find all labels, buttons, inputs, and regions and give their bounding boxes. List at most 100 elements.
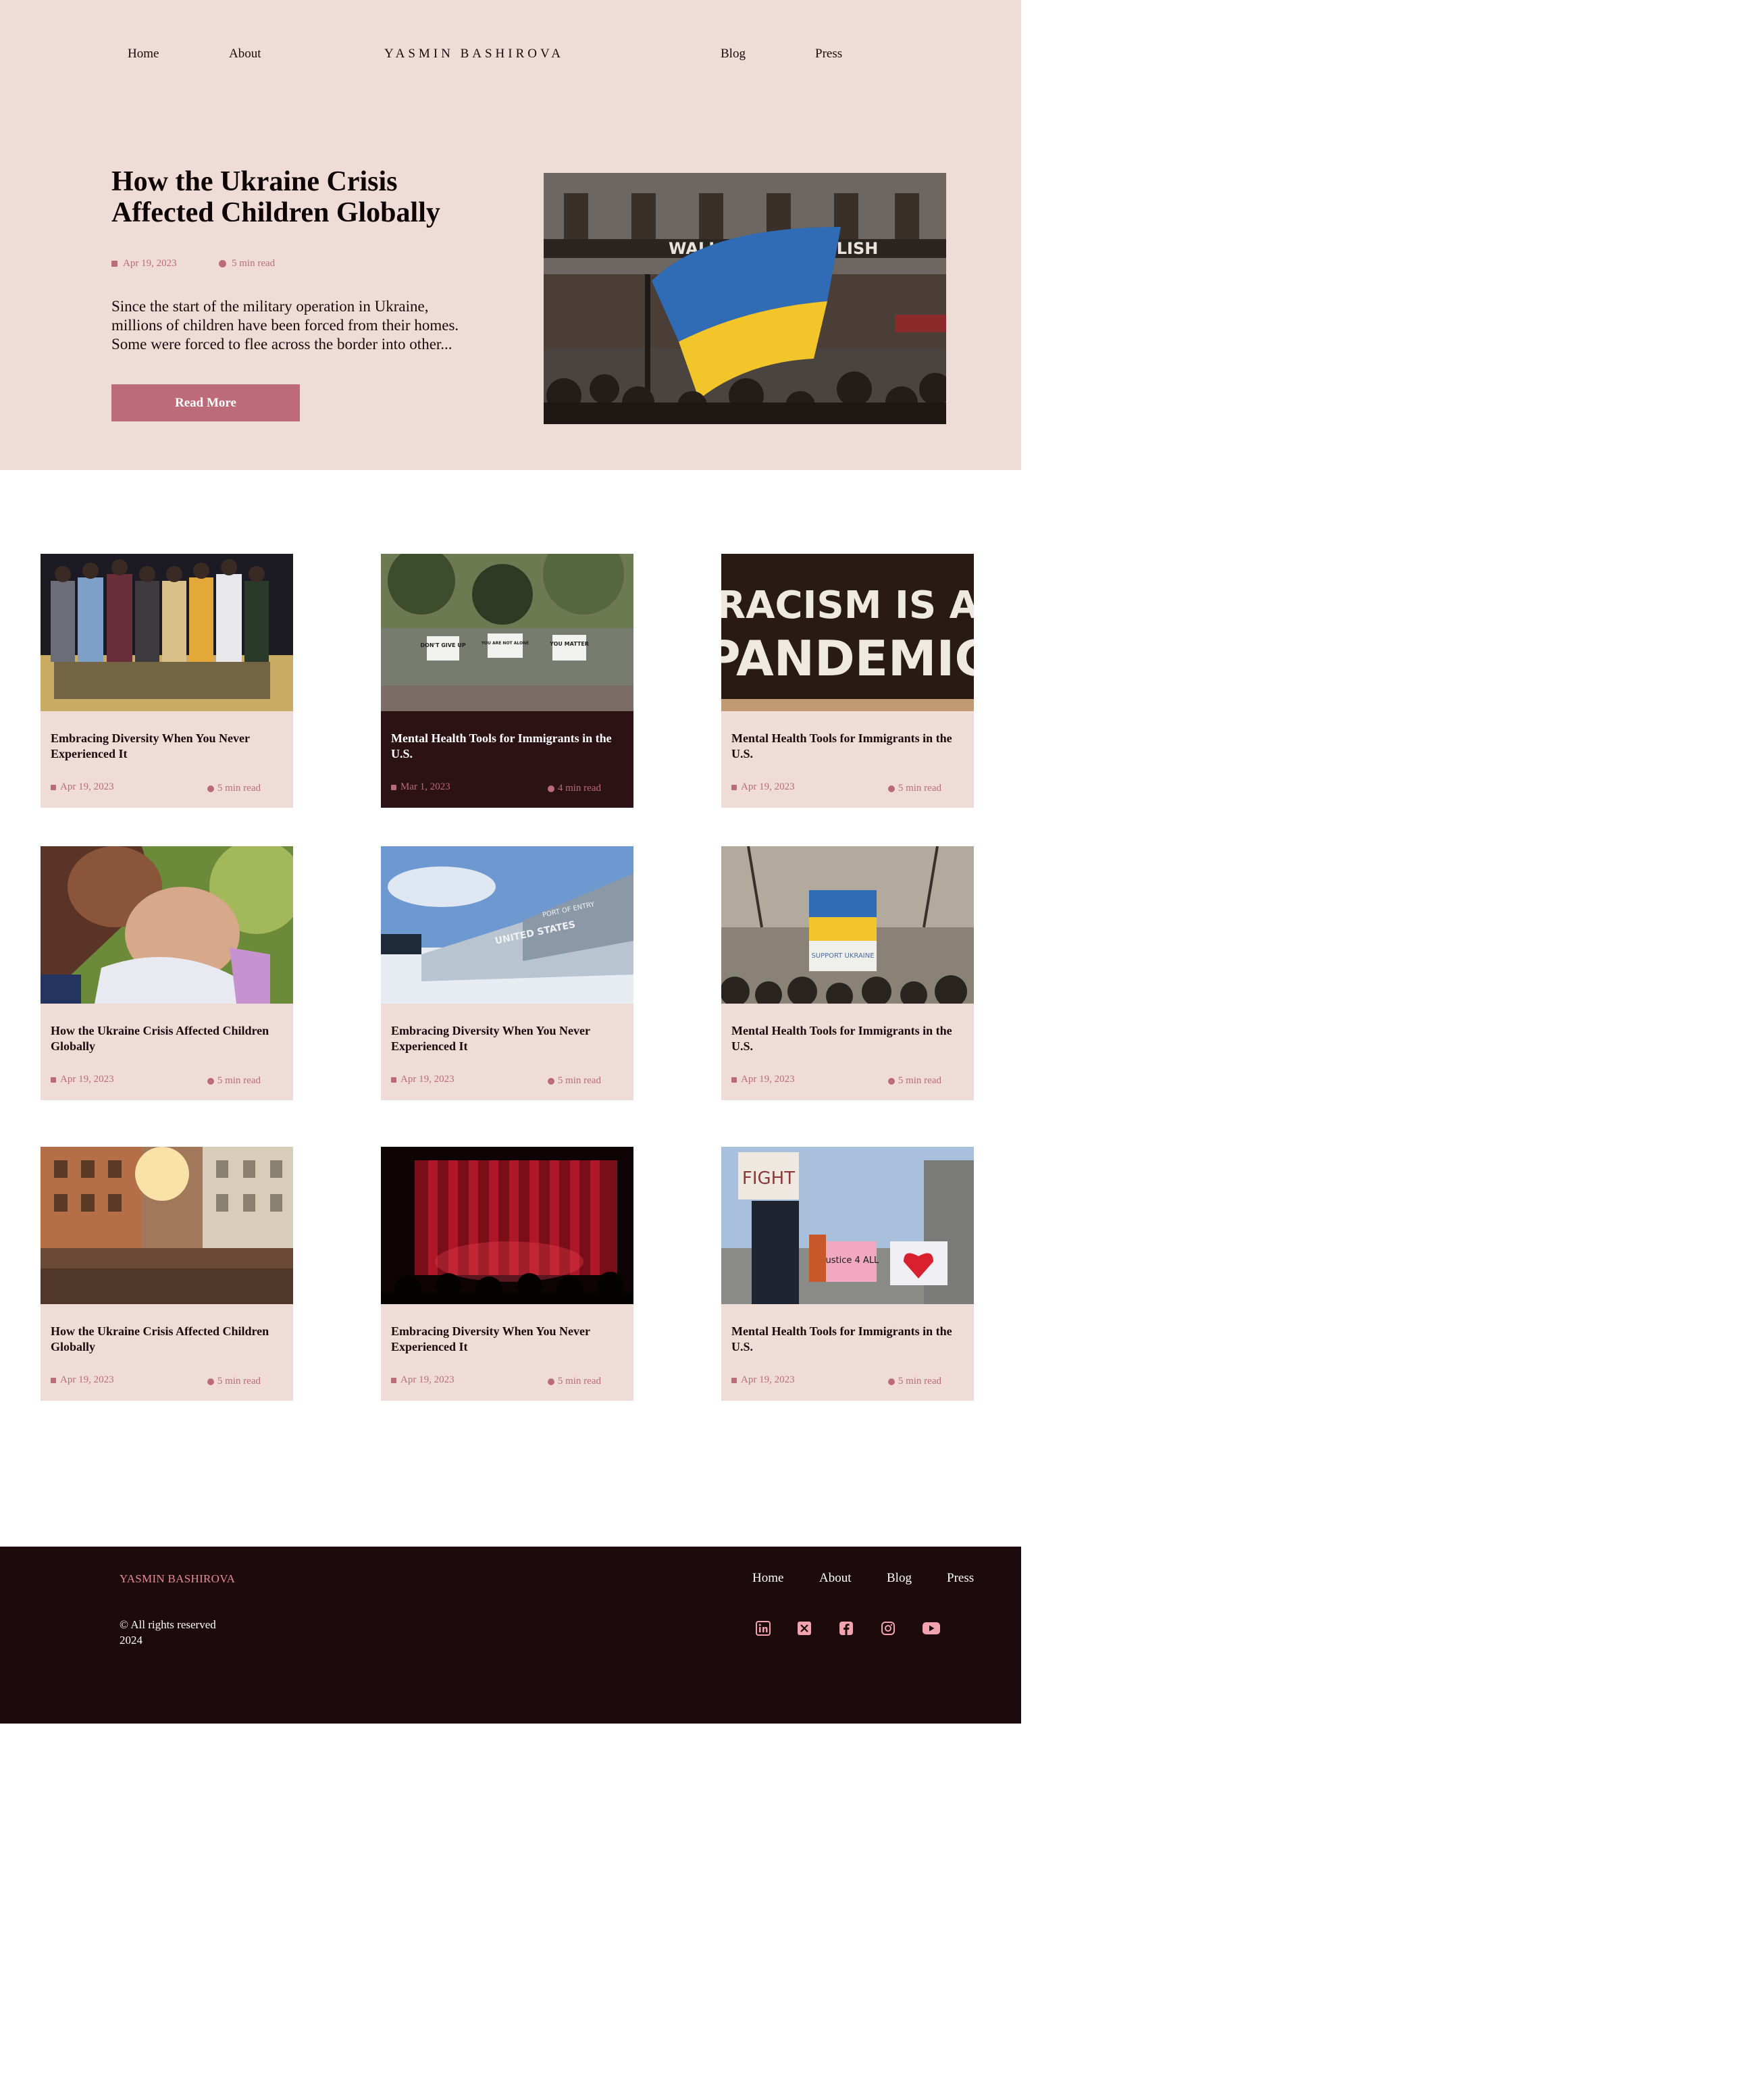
- clock-icon: [547, 785, 554, 792]
- post-read-time: 5 min read: [547, 1376, 601, 1387]
- red-curtain-photo: [381, 1147, 633, 1304]
- site-brand[interactable]: YASMIN BASHIROVA: [384, 46, 564, 62]
- post-date: Apr 19, 2023: [391, 1074, 455, 1085]
- post-title[interactable]: Embracing Diversity When You Never Exper…: [391, 1324, 621, 1355]
- footer-home-link[interactable]: Home: [752, 1571, 783, 1586]
- post-read-time: 5 min read: [887, 1376, 941, 1387]
- post-image[interactable]: [381, 1147, 633, 1304]
- post-date-text: Apr 19, 2023: [400, 1374, 455, 1385]
- post-read-time-text: 5 min read: [557, 1075, 601, 1086]
- nav-press-link[interactable]: Press: [815, 46, 842, 62]
- sign-text: Justice 4 ALL: [823, 1256, 879, 1266]
- post-date: Apr 19, 2023: [51, 1074, 114, 1085]
- calendar-icon: [51, 784, 56, 790]
- read-more-button[interactable]: Read More: [111, 384, 300, 421]
- hero-excerpt: Since the start of the military operatio…: [111, 298, 459, 353]
- post-date: Apr 19, 2023: [51, 781, 114, 793]
- racism-sign-photo: RACISM IS A PANDEMIC: [721, 554, 974, 711]
- post-title[interactable]: Mental Health Tools for Immigrants in th…: [731, 1023, 961, 1054]
- post-title[interactable]: Mental Health Tools for Immigrants in th…: [731, 1324, 961, 1355]
- city-crowd-photo: [41, 1147, 293, 1304]
- post-date: Apr 19, 2023: [731, 781, 795, 793]
- clock-icon: [207, 785, 214, 792]
- calendar-icon: [391, 784, 396, 790]
- post-title[interactable]: How the Ukraine Crisis Affected Children…: [51, 1023, 280, 1054]
- post-date: Apr 19, 2023: [391, 1374, 455, 1386]
- calendar-icon: [111, 260, 118, 267]
- post-image[interactable]: FIGHT Justice 4 ALL: [721, 1147, 974, 1304]
- footer-about-link[interactable]: About: [819, 1571, 852, 1586]
- instagram-icon[interactable]: [879, 1620, 897, 1637]
- footer-brand[interactable]: YASMIN BASHIROVA: [120, 1572, 235, 1586]
- post-date: Apr 19, 2023: [731, 1374, 795, 1386]
- nav-home-link[interactable]: Home: [128, 46, 159, 62]
- post-card[interactable]: How the Ukraine Crisis Affected Children…: [41, 846, 293, 1100]
- footer-blog-link[interactable]: Blog: [887, 1571, 912, 1586]
- post-image[interactable]: UNITED STATES PORT OF ENTRY: [381, 846, 633, 1004]
- clock-icon: [547, 1077, 554, 1085]
- post-date-text: Apr 19, 2023: [741, 1074, 795, 1085]
- footer-copyright: © All rights reserved 2024: [120, 1618, 216, 1647]
- ukraine-flag-crowd-photo: WALL STREET ENGLISH: [544, 173, 946, 424]
- post-title[interactable]: Embracing Diversity When You Never Exper…: [391, 1023, 621, 1054]
- post-title[interactable]: How the Ukraine Crisis Affected Children…: [51, 1324, 280, 1355]
- post-image[interactable]: DON'T GIVE UP YOU ARE NOT ALONE YOU MATT…: [381, 554, 633, 711]
- hero-date-text: Apr 19, 2023: [123, 258, 177, 269]
- post-read-time: 5 min read: [207, 783, 261, 794]
- port-of-entry-photo: UNITED STATES PORT OF ENTRY: [381, 846, 633, 1004]
- post-card[interactable]: How the Ukraine Crisis Affected Children…: [41, 1147, 293, 1401]
- post-read-time-text: 5 min read: [217, 1075, 261, 1086]
- sign-text: PANDEMIC: [721, 630, 974, 687]
- post-card[interactable]: UNITED STATES PORT OF ENTRY Embracing Di…: [381, 846, 633, 1100]
- post-date-text: Apr 19, 2023: [400, 1074, 455, 1085]
- support-ukraine-photo: SUPPORT UKRAINE: [721, 846, 974, 1004]
- post-image[interactable]: [41, 1147, 293, 1304]
- clock-icon: [887, 1378, 895, 1385]
- post-card[interactable]: DON'T GIVE UP YOU ARE NOT ALONE YOU MATT…: [381, 554, 633, 808]
- post-read-time-text: 5 min read: [898, 1376, 941, 1387]
- mother-baby-photo: [41, 846, 293, 1004]
- sign-text: SUPPORT UKRAINE: [811, 952, 874, 960]
- sign-text: RACISM IS A: [721, 584, 974, 627]
- hero-image[interactable]: WALL STREET ENGLISH: [544, 173, 946, 424]
- clock-icon: [207, 1077, 214, 1085]
- sign-text: FIGHT: [742, 1168, 795, 1189]
- post-date-text: Apr 19, 2023: [60, 1074, 114, 1085]
- hero-section: Home About YASMIN BASHIROVA Blog Press H…: [0, 0, 1021, 470]
- post-card[interactable]: RACISM IS A PANDEMIC Mental Health Tools…: [721, 554, 974, 808]
- hero-title[interactable]: How the Ukraine Crisis Affected Children…: [111, 166, 490, 228]
- post-date: Mar 1, 2023: [391, 781, 450, 793]
- site-footer: YASMIN BASHIROVA © All rights reserved 2…: [0, 1547, 1021, 1724]
- facebook-icon[interactable]: [837, 1620, 855, 1637]
- post-date: Apr 19, 2023: [51, 1374, 114, 1386]
- post-read-time: 5 min read: [887, 1075, 941, 1087]
- post-read-time: 4 min read: [547, 783, 601, 794]
- post-read-time-text: 5 min read: [898, 1075, 941, 1086]
- post-card[interactable]: Embracing Diversity When You Never Exper…: [381, 1147, 633, 1401]
- post-image[interactable]: [41, 554, 293, 711]
- post-card[interactable]: FIGHT Justice 4 ALL Mental Health Tools …: [721, 1147, 974, 1401]
- footer-press-link[interactable]: Press: [947, 1571, 974, 1586]
- post-image[interactable]: RACISM IS A PANDEMIC: [721, 554, 974, 711]
- linkedin-icon[interactable]: [754, 1620, 772, 1637]
- post-title[interactable]: Mental Health Tools for Immigrants in th…: [391, 731, 621, 762]
- calendar-icon: [731, 784, 737, 790]
- calendar-icon: [391, 1077, 396, 1083]
- nav-blog-link[interactable]: Blog: [721, 46, 746, 62]
- post-read-time: 5 min read: [887, 783, 941, 794]
- post-read-time-text: 5 min read: [217, 1376, 261, 1387]
- calendar-icon: [51, 1077, 56, 1083]
- x-icon[interactable]: [796, 1620, 813, 1637]
- post-read-time-text: 5 min read: [217, 783, 261, 794]
- post-image[interactable]: SUPPORT UKRAINE: [721, 846, 974, 1004]
- post-card[interactable]: Embracing Diversity When You Never Exper…: [41, 554, 293, 808]
- post-read-time-text: 4 min read: [557, 783, 601, 794]
- nav-about-link[interactable]: About: [229, 46, 261, 62]
- youtube-icon[interactable]: [921, 1620, 941, 1637]
- clock-icon: [887, 785, 895, 792]
- post-title[interactable]: Mental Health Tools for Immigrants in th…: [731, 731, 961, 762]
- post-title[interactable]: Embracing Diversity When You Never Exper…: [51, 731, 280, 762]
- post-date: Apr 19, 2023: [731, 1074, 795, 1085]
- post-card[interactable]: SUPPORT UKRAINE Mental Health Tools for …: [721, 846, 974, 1100]
- post-image[interactable]: [41, 846, 293, 1004]
